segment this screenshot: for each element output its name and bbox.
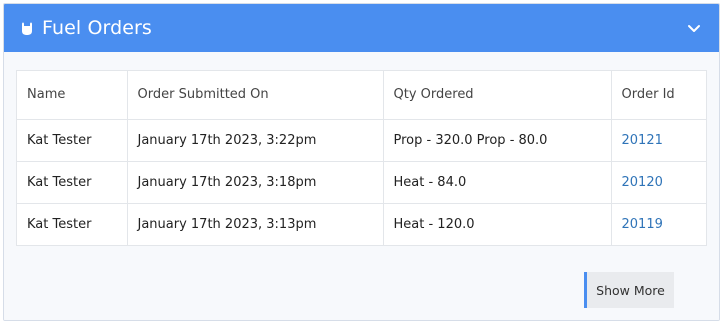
- cell-qty: Heat - 120.0: [383, 203, 612, 245]
- table-row: Kat Tester January 17th 2023, 3:22pm Pro…: [17, 119, 706, 162]
- fuel-orders-panel: Fuel Orders Name Order Submitted On Qty …: [3, 3, 720, 321]
- order-id-link[interactable]: 20119: [611, 203, 706, 245]
- cell-name: Kat Tester: [17, 203, 128, 245]
- table-row: Kat Tester January 17th 2023, 3:13pm Hea…: [17, 203, 706, 245]
- panel-body: Name Order Submitted On Qty Ordered Orde…: [4, 52, 719, 320]
- panel-header[interactable]: Fuel Orders: [4, 4, 719, 52]
- orders-table-wrapper: Name Order Submitted On Qty Ordered Orde…: [16, 70, 707, 246]
- order-id-link[interactable]: 20120: [611, 161, 706, 204]
- order-id-link[interactable]: 20121: [611, 119, 706, 162]
- show-more-button[interactable]: Show More: [584, 272, 674, 308]
- column-header-order-id: Order Id: [611, 71, 706, 120]
- cell-qty: Prop - 320.0 Prop - 80.0: [383, 119, 612, 162]
- table-header-row: Name Order Submitted On Qty Ordered Orde…: [17, 71, 706, 120]
- panel-title: Fuel Orders: [42, 17, 152, 39]
- cell-qty: Heat - 84.0: [383, 161, 612, 204]
- fuel-drop-icon: [16, 17, 38, 39]
- cell-submitted: January 17th 2023, 3:13pm: [127, 203, 384, 245]
- orders-table: Name Order Submitted On Qty Ordered Orde…: [17, 71, 706, 245]
- chevron-down-icon[interactable]: [683, 17, 705, 39]
- column-header-submitted: Order Submitted On: [127, 71, 384, 120]
- cell-name: Kat Tester: [17, 161, 128, 204]
- cell-name: Kat Tester: [17, 119, 128, 162]
- cell-submitted: January 17th 2023, 3:22pm: [127, 119, 384, 162]
- table-row: Kat Tester January 17th 2023, 3:18pm Hea…: [17, 161, 706, 204]
- column-header-name: Name: [17, 71, 128, 120]
- cell-submitted: January 17th 2023, 3:18pm: [127, 161, 384, 204]
- column-header-qty: Qty Ordered: [383, 71, 612, 120]
